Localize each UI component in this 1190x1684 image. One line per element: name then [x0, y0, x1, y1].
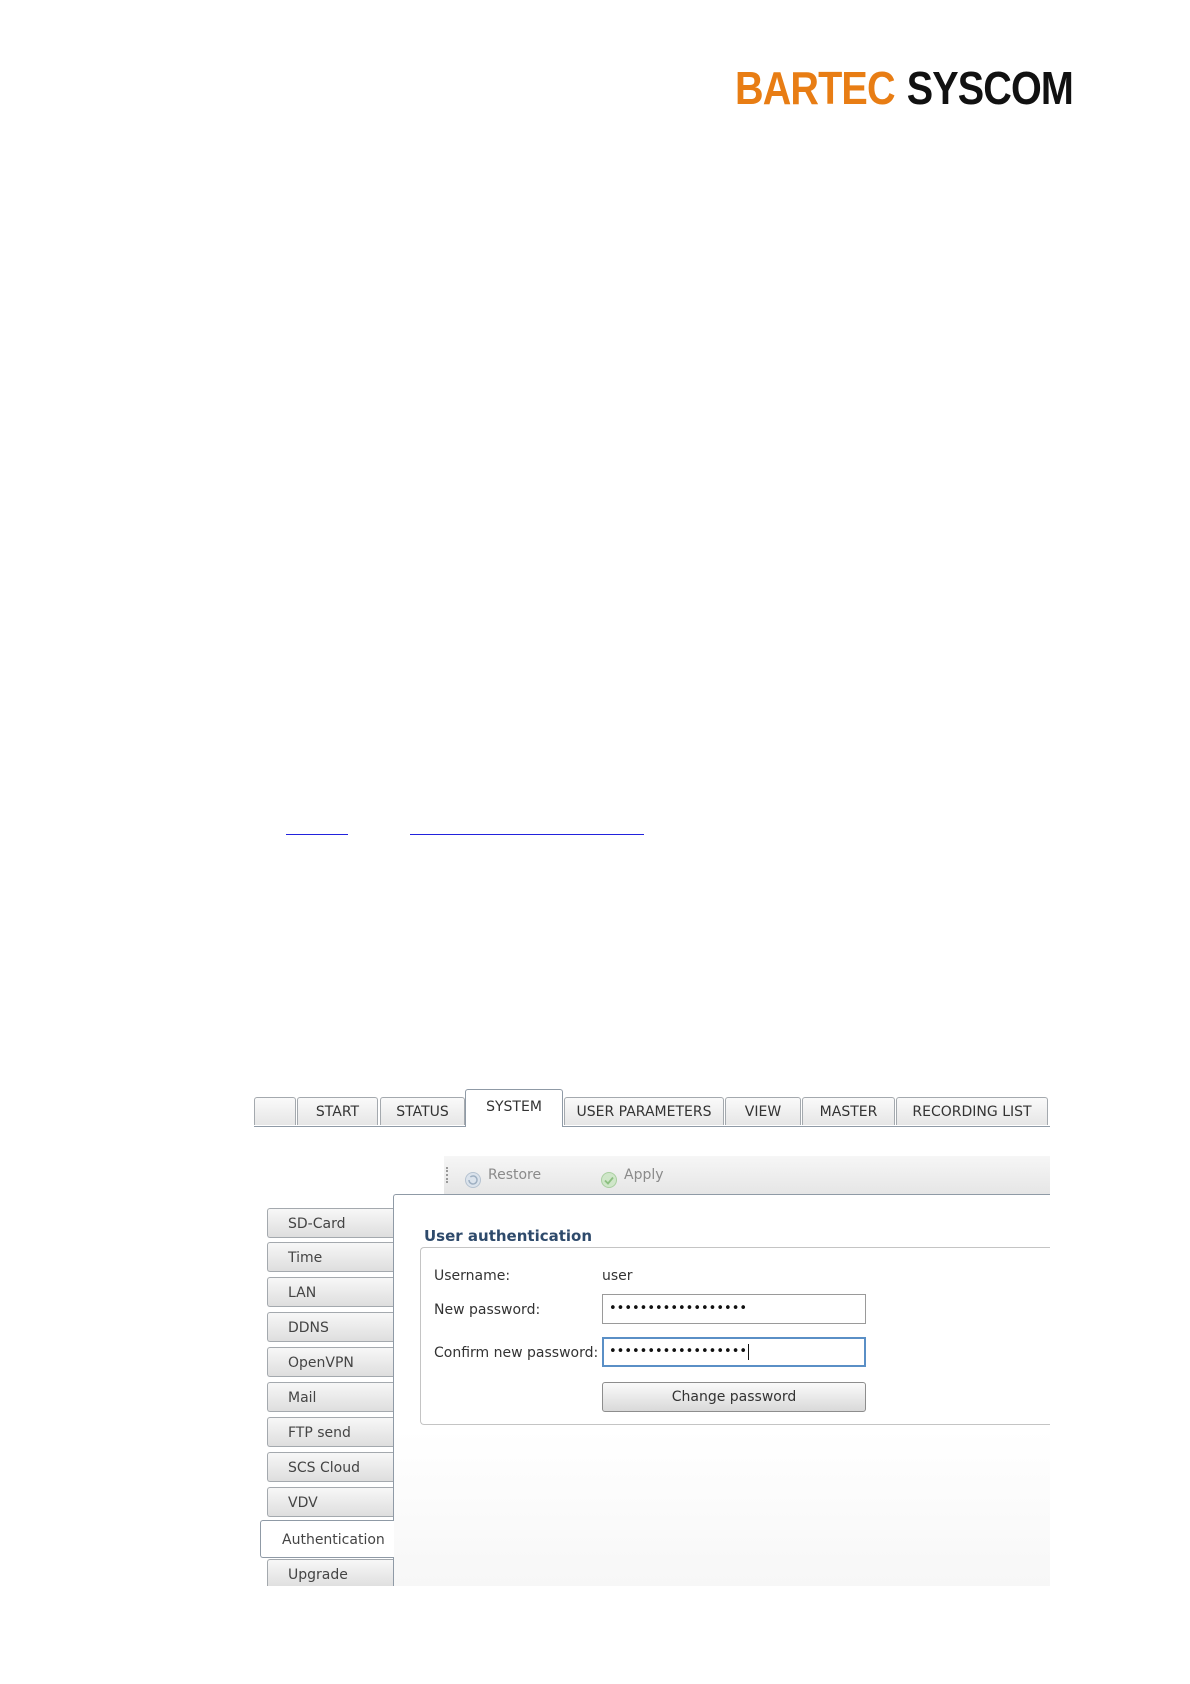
logo-part-syscom: SYSCOM	[906, 62, 1074, 114]
new-password-label: New password:	[434, 1302, 541, 1318]
user-authentication-fieldset: Username: user New password: •••••••••••…	[420, 1247, 1050, 1425]
username-label: Username:	[434, 1268, 511, 1284]
hyperlink-underline[interactable]	[410, 834, 644, 835]
tab-system[interactable]: SYSTEM	[465, 1089, 563, 1127]
checkmark-icon	[600, 1166, 618, 1188]
sidebar-item-sd-card[interactable]: SD-Card	[267, 1208, 393, 1238]
web-interface-screenshot: START STATUS SYSTEM USER PARAMETERS VIEW…	[254, 1086, 1050, 1586]
sidebar-item-vdv[interactable]: VDV	[267, 1487, 393, 1517]
restore-label: Restore	[488, 1167, 542, 1183]
sidebar-item-lan[interactable]: LAN	[267, 1277, 393, 1307]
text-caret	[748, 1343, 750, 1360]
authentication-panel: User authentication Username: user New p…	[393, 1194, 1050, 1586]
bartec-syscom-logo: BARTEC SYSCOM	[735, 60, 1074, 116]
sidebar-item-openvpn[interactable]: OpenVPN	[267, 1347, 393, 1377]
apply-label: Apply	[624, 1167, 664, 1183]
logo-part-bartec: BARTEC	[735, 62, 896, 114]
sidebar-item-ftp-send[interactable]: FTP send	[267, 1417, 393, 1447]
tab-view[interactable]: VIEW	[725, 1097, 801, 1125]
section-title: User authentication	[424, 1227, 593, 1245]
confirm-password-label: Confirm new password:	[434, 1345, 599, 1361]
sidebar-item-time[interactable]: Time	[267, 1242, 393, 1272]
tab-blank[interactable]	[254, 1097, 296, 1125]
hyperlink-underline[interactable]	[286, 834, 348, 835]
tab-start[interactable]: START	[297, 1097, 378, 1125]
username-value: user	[602, 1268, 633, 1284]
confirm-password-input[interactable]: ••••••••••••••••••	[602, 1337, 866, 1367]
restore-icon	[464, 1166, 482, 1188]
apply-button[interactable]: Apply	[600, 1156, 664, 1194]
action-toolbar: Restore Apply	[444, 1156, 1050, 1195]
sidebar-item-ddns[interactable]: DDNS	[267, 1312, 393, 1342]
sidebar-item-scs-cloud[interactable]: SCS Cloud	[267, 1452, 393, 1482]
main-tab-bar: START STATUS SYSTEM USER PARAMETERS VIEW…	[254, 1086, 1050, 1127]
confirm-password-value: ••••••••••••••••••	[609, 1344, 748, 1359]
change-password-button[interactable]: Change password	[602, 1382, 866, 1412]
tab-status[interactable]: STATUS	[380, 1097, 465, 1125]
sidebar-item-authentication[interactable]: Authentication	[260, 1520, 394, 1558]
new-password-input[interactable]: ••••••••••••••••••	[602, 1294, 866, 1324]
restore-button[interactable]: Restore	[464, 1156, 541, 1194]
tab-recording-list[interactable]: RECORDING LIST	[896, 1097, 1048, 1125]
sidebar-item-mail[interactable]: Mail	[267, 1382, 393, 1412]
sidebar-item-upgrade[interactable]: Upgrade	[267, 1559, 393, 1586]
tab-master[interactable]: MASTER	[802, 1097, 895, 1125]
toolbar-grip-icon	[446, 1167, 451, 1183]
tab-user-parameters[interactable]: USER PARAMETERS	[564, 1097, 724, 1125]
